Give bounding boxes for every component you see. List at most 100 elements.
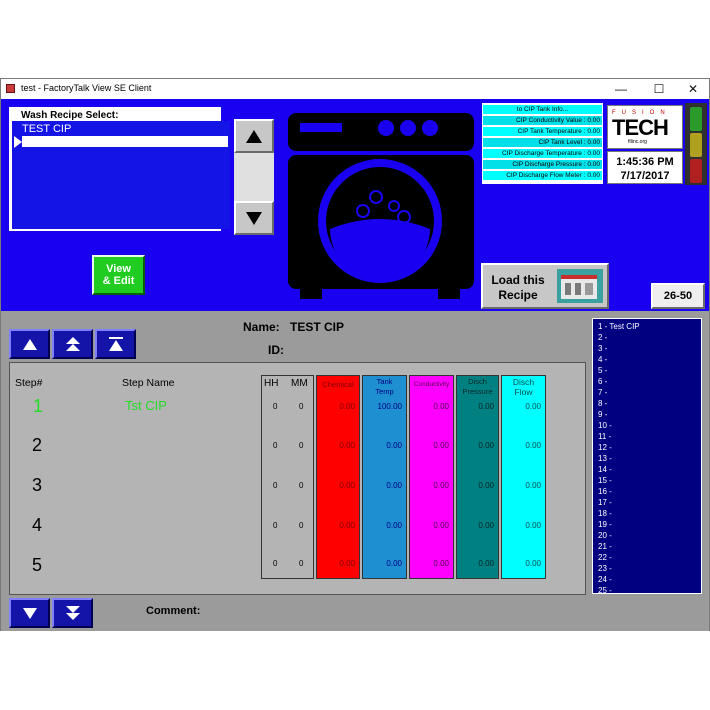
step-index-item[interactable]: 8 - [598,398,607,409]
logo-tech-text: TECH [612,115,669,140]
step-mm-value[interactable]: 0 [299,521,303,530]
step-mm-value[interactable]: 0 [299,441,303,450]
load-recipe-button[interactable]: Load this Recipe [481,263,609,309]
step-index-item[interactable]: 16 - [598,486,612,497]
step-index-item[interactable]: 4 - [598,354,607,365]
duration-column: HH MM 0 0 0 0 0 0 0 0 0 0 [261,375,314,579]
disch-flow-header: Disch Flow [512,377,535,397]
step-hh-value[interactable]: 0 [273,441,277,450]
info-row: CIP Conductivity Value : 0.00 [483,116,602,125]
step-up-button[interactable] [9,329,50,359]
chemical-value[interactable]: 0.00 [339,402,355,411]
step-index-item[interactable]: 17 - [598,497,612,508]
step-index-item[interactable]: 21 - [598,541,612,552]
conductivity-value[interactable]: 0.00 [433,441,449,450]
step-index-item[interactable]: 22 - [598,552,612,563]
step-index-item[interactable]: 19 - [598,519,612,530]
cip-tank-info-link[interactable]: to CIP Tank Info... [483,105,602,114]
recipe-scroll-up-button[interactable] [234,119,274,153]
step-index-item[interactable]: 18 - [598,508,612,519]
chemical-value[interactable]: 0.00 [339,559,355,568]
chemical-value[interactable]: 0.00 [339,521,355,530]
step-index-item[interactable]: 14 - [598,464,612,475]
step-hh-value[interactable]: 0 [273,521,277,530]
step-index-item[interactable]: 5 - [598,365,607,376]
disch-flow-value[interactable]: 0.00 [525,521,541,530]
disch-flow-value[interactable]: 0.00 [525,559,541,568]
step-index-item[interactable]: 7 - [598,387,607,398]
info-row: CIP Tank Level : 0.00 [483,138,602,147]
chemical-value[interactable]: 0.00 [339,481,355,490]
arrow-up-icon [246,129,262,143]
conductivity-value[interactable]: 0.00 [433,481,449,490]
load-recipe-label-line1: Load this [491,273,545,287]
disch-pressure-value[interactable]: 0.00 [478,402,494,411]
recipe-id-label: ID: [268,343,284,357]
disch-pressure-value[interactable]: 0.00 [478,521,494,530]
tank-temp-value[interactable]: 100.00 [378,402,402,411]
step-number: 5 [32,555,43,575]
disch-flow-value[interactable]: 0.00 [525,481,541,490]
step-index-item[interactable]: 10 - [598,420,612,431]
recipe-list-item[interactable]: TEST CIP [22,123,71,135]
conductivity-value[interactable]: 0.00 [433,402,449,411]
step-hh-value[interactable]: 0 [273,559,277,568]
step-index-item[interactable]: 12 - [598,442,612,453]
step-first-button[interactable] [95,329,136,359]
step-name-header: Step Name [122,377,175,389]
info-row: CIP Discharge Flow Meter : 0.00 [483,171,602,180]
view-edit-label-line2: & Edit [102,275,135,287]
close-button[interactable]: ✕ [677,79,709,99]
step-index-item[interactable]: 9 - [598,409,607,420]
chemical-value[interactable]: 0.00 [339,441,355,450]
comment-field[interactable] [211,599,586,625]
tank-temp-value[interactable]: 0.00 [386,441,402,450]
tank-temp-header: Tank Temp [375,377,394,396]
step-index-item[interactable]: 25 - [598,585,612,596]
disch-flow-value[interactable]: 0.00 [525,402,541,411]
step-index-item[interactable]: 2 - [598,332,607,343]
arrow-up-icon [22,338,37,350]
step-mm-value[interactable]: 0 [299,481,303,490]
tank-temp-value[interactable]: 0.00 [386,559,402,568]
maximize-button[interactable]: ☐ [643,79,675,99]
recipe-entry-field[interactable] [22,136,228,147]
disch-pressure-value[interactable]: 0.00 [478,559,494,568]
tank-temp-column: Tank Temp 100.00 0.00 0.00 0.00 0.00 [362,375,407,579]
tank-temp-value[interactable]: 0.00 [386,521,402,530]
step-index-item[interactable]: 3 - [598,343,607,354]
step-index-item[interactable]: 20 - [598,530,612,541]
step-mm-value[interactable]: 0 [299,402,303,411]
disch-flow-value[interactable]: 0.00 [525,441,541,450]
step-index-list[interactable]: 1 - Test CIP 2 -3 -4 -5 -6 -7 -8 -9 -10 -… [592,318,702,596]
disch-pressure-value[interactable]: 0.00 [478,441,494,450]
page-26-50-button[interactable]: 26-50 [651,283,705,309]
disch-pressure-value[interactable]: 0.00 [478,481,494,490]
step-index-item[interactable]: 15 - [598,475,612,486]
step-index-item[interactable]: 1 - Test CIP [598,321,640,332]
step-hh-value[interactable]: 0 [273,481,277,490]
recipe-name-value: TEST CIP [290,320,345,334]
conductivity-value[interactable]: 0.00 [433,559,449,568]
step-index-item[interactable]: 13 - [598,453,612,464]
step-mm-value[interactable]: 0 [299,559,303,568]
step-down-button[interactable] [9,598,50,628]
step-page-up-button[interactable] [52,329,93,359]
step-index-item[interactable]: 11 - [598,431,611,442]
step-index-item[interactable]: 23 - [598,563,612,574]
step-index-item[interactable]: 6 - [598,376,607,387]
step-page-down-button[interactable] [52,598,93,628]
conductivity-value[interactable]: 0.00 [433,521,449,530]
step-name[interactable]: Tst CIP [125,398,167,413]
logo-url-text: ftlinc.org [628,139,647,145]
recipe-list[interactable]: TEST CIP [12,121,230,229]
tank-temp-value[interactable]: 0.00 [386,481,402,490]
step-hh-value[interactable]: 0 [273,402,277,411]
recipe-scrollbar-track[interactable] [234,153,274,201]
view-edit-button[interactable]: View & Edit [92,255,145,295]
minimize-button[interactable]: — [605,79,637,99]
title-bar[interactable]: test - FactoryTalk View SE Client — ☐ ✕ [1,79,709,99]
wash-recipe-label: Wash Recipe Select: [21,110,119,121]
recipe-scroll-down-button[interactable] [234,201,274,235]
step-index-item[interactable]: 24 - [598,574,612,585]
